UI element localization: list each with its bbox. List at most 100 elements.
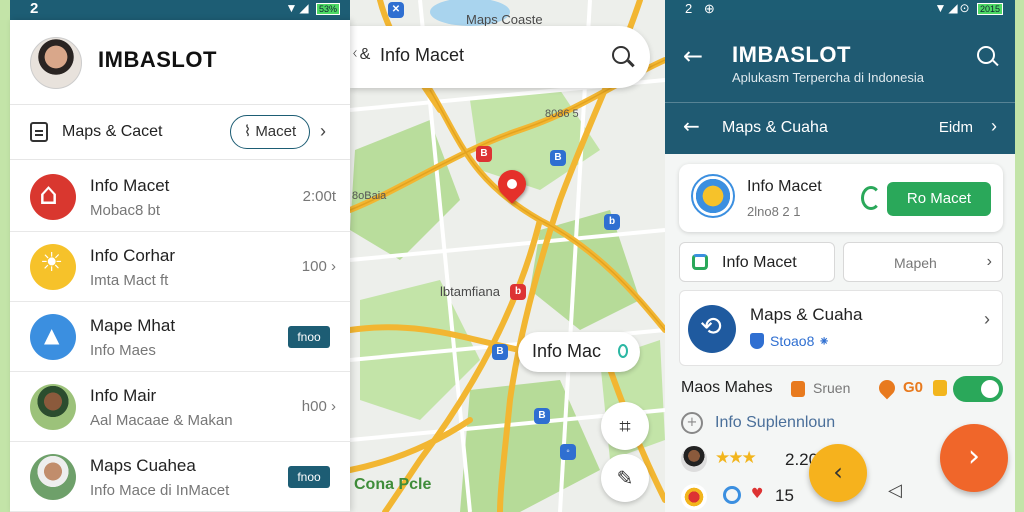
tab-label: Mapeh <box>894 255 937 271</box>
list-item[interactable]: Maos Mahes Sruen G0 <box>679 374 1003 404</box>
list-item[interactable]: Mape Mhat Info Maes fnoo <box>10 302 350 372</box>
signal-icon: ▼◢⊙ <box>934 1 972 15</box>
avatar <box>681 446 707 472</box>
map-search-bar[interactable]: ᚲ& Info Macet <box>350 26 650 88</box>
poi-icon[interactable]: B <box>534 408 550 424</box>
edit-button[interactable]: ✎ <box>601 454 649 502</box>
map-label-park: Cona Pcle <box>354 476 432 493</box>
search-icon[interactable] <box>977 46 995 64</box>
map-label-small: 8086 5 <box>545 108 579 120</box>
info-macet-card[interactable]: Info Macet 2lno8 2 1 Ro Macet <box>679 164 1003 232</box>
left-status-bar: 2 ▼◢ 53% <box>10 0 350 20</box>
back-fab-button[interactable]: ‹ <box>809 444 867 502</box>
map-label-small: 8oBaia <box>352 190 387 202</box>
pill-label: Macet <box>255 123 297 140</box>
breadcrumb[interactable]: Maps & Cuaha <box>722 119 828 137</box>
map-info-bubble[interactable]: Info Mac <box>518 332 640 372</box>
row-title: Maos Mahes <box>681 379 773 396</box>
poi-icon[interactable]: ✕ <box>388 2 404 18</box>
item-title: Maps Cuahea <box>90 456 196 475</box>
list-item[interactable]: Maps Cuahea Info Mace di InMacet fnoo <box>10 442 350 512</box>
nav-right-label[interactable]: Eidm <box>939 119 973 136</box>
tab-row: Info Macet Mapeh › <box>679 242 1003 282</box>
location-icon <box>875 376 899 400</box>
page-subtitle: Aplukasm Terpercha di Indonesia <box>732 70 924 85</box>
drawer-subheader[interactable]: Maps & Cacet ⌇ Macet › <box>10 104 350 160</box>
list-item[interactable]: Info Macet Mobac8 bt 2:00t <box>10 162 350 232</box>
home-icon <box>30 174 76 220</box>
row-badge: G0 <box>903 379 924 396</box>
app-icon <box>681 484 707 510</box>
search-icon[interactable] <box>612 46 630 64</box>
bubble-label: Info Mac <box>532 341 602 361</box>
macet-filter-button[interactable]: ⌇ Macet <box>230 115 310 149</box>
item-title: Info Corhar <box>90 246 176 265</box>
poi-icon[interactable]: B <box>476 146 492 162</box>
status-time: 2 <box>30 0 39 17</box>
ro-macet-button[interactable]: Ro Macet <box>887 182 991 216</box>
poi-icon[interactable]: b <box>604 214 620 230</box>
poi-icon[interactable]: B <box>492 344 508 360</box>
item-subtitle: Imta Mact ft <box>90 272 169 289</box>
item-meta-value: 100 <box>301 258 327 275</box>
item-meta: h00 › <box>301 398 336 415</box>
poi-icon[interactable]: b <box>510 284 526 300</box>
left-drawer: IMBASLOT Maps & Cacet ⌇ Macet › Info Mac… <box>10 20 350 512</box>
search-prefix: ᚲ& <box>350 46 371 63</box>
heart-icon: ♥ <box>751 486 764 502</box>
row-mid: Sruen <box>813 380 851 396</box>
avatar <box>30 384 76 430</box>
signal-icon: ▼◢ <box>285 1 311 15</box>
list-item[interactable]: Info Corhar Imta Mact ft 100 › <box>10 232 350 302</box>
list-item[interactable]: Info Mair Aal Macaae & Makan h00 › <box>10 372 350 442</box>
map-label-center: lbtamfiana <box>440 284 500 299</box>
map-label-top: Maps Coaste <box>466 12 543 27</box>
tab-mapeh[interactable]: Mapeh › <box>843 242 1003 282</box>
tab-info-macet[interactable]: Info Macet <box>679 242 835 282</box>
poi-icon[interactable]: ◦ <box>560 444 576 460</box>
card-title: Maps & Cuaha <box>750 305 863 324</box>
row-title: Info Suplennloun <box>715 414 836 431</box>
forward-fab-button[interactable]: › <box>940 424 1008 492</box>
item-subtitle: Mobac8 bt <box>90 202 161 219</box>
item-meta: 2:00t <box>302 188 336 205</box>
back-arrow-icon[interactable]: ← <box>683 42 703 70</box>
app-logo-icon <box>691 174 735 218</box>
item-subtitle: Info Maes <box>90 342 156 359</box>
battery-icon: 2015 <box>976 2 1003 15</box>
item-meta: 100 › <box>301 258 336 275</box>
maps-cuaha-card[interactable]: Maps & Cuaha Stoao8 ⁕ › <box>679 290 1003 366</box>
chevron-right-icon[interactable]: › <box>320 121 326 142</box>
item-tag: fnoo <box>288 466 330 488</box>
right-status-bar: 2 ⊕ ▼◢⊙ 2015 <box>665 0 1015 20</box>
audio-icon[interactable]: ◁ <box>888 480 902 501</box>
item-subtitle: Aal Macaae & Makan <box>90 412 233 429</box>
avatar <box>30 454 76 500</box>
item-title: Info Macet <box>90 176 170 195</box>
right-app-bar: ← IMBASLOT Aplukasm Terpercha di Indones… <box>665 20 1015 154</box>
chevron-right-icon: › <box>986 253 992 270</box>
toggle-switch[interactable] <box>953 376 1003 402</box>
count-value: 15 <box>775 486 794 505</box>
card-subtitle: 2lno8 2 1 <box>747 204 801 219</box>
item-meta-value: h00 <box>301 398 327 415</box>
chevron-right-icon[interactable]: › <box>991 116 997 137</box>
back-arrow-icon[interactable]: ← <box>683 114 700 138</box>
item-tag: fnoo <box>288 326 330 348</box>
poi-icon[interactable]: B <box>550 150 566 166</box>
loading-icon <box>618 344 628 358</box>
avatar[interactable] <box>30 37 82 89</box>
tab-label: Info Macet <box>722 254 797 271</box>
tag-icon <box>791 381 805 397</box>
document-icon <box>30 122 48 142</box>
navigation-icon <box>30 314 76 360</box>
subheader-label: Maps & Cacet <box>62 123 163 140</box>
battery-icon: 53% <box>315 2 340 15</box>
layers-button[interactable]: ⌗ <box>601 402 649 450</box>
item-subtitle: Info Mace di InMacet <box>90 482 230 499</box>
drawer-header: IMBASLOT <box>10 20 350 102</box>
rating-stars-icon: ★★★ <box>715 448 757 468</box>
search-input[interactable]: Info Macet <box>380 45 464 66</box>
loading-icon <box>861 186 881 210</box>
circle-icon <box>723 486 741 504</box>
